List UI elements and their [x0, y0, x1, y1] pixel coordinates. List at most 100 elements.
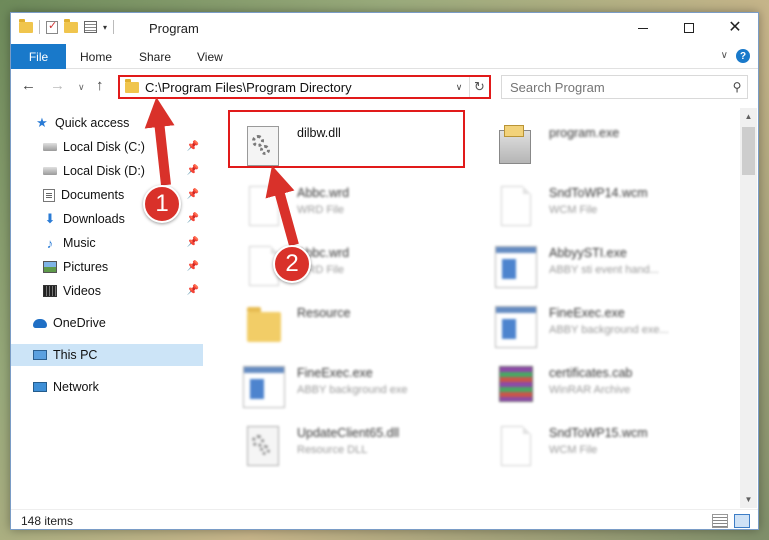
file-type: ABBY background exe... — [549, 324, 669, 336]
file-type: WCM File — [549, 444, 598, 456]
search-input[interactable] — [502, 79, 727, 95]
address-bar[interactable]: C:\Program Files\Program Directory ∨ ↻ — [118, 75, 491, 99]
file-item[interactable]: FineExec.exe ABBY background exe — [221, 358, 461, 414]
sidebar-item-quick-access[interactable]: ★ Quick access — [11, 112, 203, 134]
file-item[interactable]: Abbc.wrd WRD File — [221, 178, 461, 234]
file-item[interactable]: FineExec.exe ABBY background exe... — [473, 298, 713, 354]
file-item[interactable]: Abbc.wrd WRD File — [221, 238, 461, 294]
large-icons-view-icon[interactable] — [734, 514, 750, 528]
maximize-button[interactable] — [666, 13, 712, 43]
chevron-down-icon[interactable]: ▾ — [103, 23, 107, 32]
search-box[interactable]: ⚲ — [501, 75, 748, 99]
item-count: 148 items — [21, 514, 74, 528]
application-icon — [243, 366, 285, 408]
scroll-up-icon[interactable]: ▲ — [740, 108, 757, 125]
refresh-icon[interactable]: ↻ — [469, 77, 489, 97]
sidebar-item-videos[interactable]: Videos 📌 — [11, 280, 203, 302]
file-item[interactable]: program.exe — [473, 118, 713, 174]
step-marker-1: 1 — [143, 185, 181, 223]
star-icon: ★ — [36, 115, 48, 130]
pin-icon[interactable]: 📌 — [187, 285, 199, 296]
minimize-button[interactable] — [620, 13, 666, 43]
file-type: Resource DLL — [297, 444, 368, 456]
sidebar-item-local-disk-d[interactable]: Local Disk (D:) 📌 — [11, 160, 203, 182]
sidebar-item-label: Downloads — [63, 212, 125, 226]
drive-icon — [43, 167, 57, 175]
tab-view[interactable]: View — [197, 50, 223, 64]
tab-share[interactable]: Share — [139, 50, 171, 64]
folder-icon[interactable] — [19, 18, 33, 33]
dll-gear-icon — [247, 426, 279, 466]
download-icon: ⬇ — [44, 211, 56, 226]
title-bar: ▾ Program ✕ — [11, 13, 758, 43]
sidebar-item-network[interactable]: Network — [11, 376, 203, 398]
window-title: Program — [149, 21, 199, 36]
address-path[interactable]: C:\Program Files\Program Directory — [145, 80, 449, 95]
tab-home[interactable]: Home — [80, 50, 112, 64]
navigation-pane: ★ Quick access Local Disk (C:) 📌 Local D… — [11, 108, 203, 508]
recent-locations-chevron-icon[interactable]: ∨ — [78, 82, 85, 93]
file-list: dilbw.dll program.exe Abbc.wrd WRD File … — [211, 108, 740, 508]
file-type: WRD File — [297, 204, 345, 216]
computer-icon — [33, 350, 47, 360]
explorer-window: ▾ Program ✕ File Home Share View ∨ ? ← →… — [10, 12, 759, 530]
folder-icon — [247, 307, 281, 342]
file-item[interactable]: certificates.cab WinRAR Archive — [473, 358, 713, 414]
scroll-down-icon[interactable]: ▼ — [740, 491, 757, 508]
back-arrow-icon[interactable]: ← — [21, 77, 36, 94]
sidebar-item-onedrive[interactable]: OneDrive — [11, 312, 203, 334]
cloud-icon — [33, 318, 47, 328]
expand-ribbon-chevron-icon[interactable]: ∨ — [721, 50, 728, 61]
pin-icon[interactable]: 📌 — [187, 213, 199, 224]
sidebar-item-this-pc[interactable]: This PC — [11, 344, 203, 366]
pin-icon[interactable]: 📌 — [187, 261, 199, 272]
sidebar-item-local-disk-c[interactable]: Local Disk (C:) 📌 — [11, 136, 203, 158]
help-icon[interactable]: ? — [736, 49, 750, 63]
sidebar-item-label: Local Disk (D:) — [63, 164, 145, 178]
tab-file[interactable]: File — [11, 44, 66, 69]
scroll-thumb[interactable] — [742, 127, 755, 175]
file-item[interactable]: Resource — [221, 298, 461, 354]
close-button[interactable]: ✕ — [712, 13, 758, 43]
drive-icon — [43, 143, 57, 151]
sidebar-item-label: Documents — [61, 188, 125, 202]
sidebar-item-music[interactable]: ♪ Music 📌 — [11, 232, 203, 254]
sidebar-item-label: Local Disk (C:) — [63, 140, 145, 154]
up-arrow-icon[interactable]: ↑ — [96, 77, 104, 94]
navigation-bar: ← → ∨ ↑ C:\Program Files\Program Directo… — [11, 72, 758, 102]
details-view-icon[interactable] — [712, 514, 728, 528]
step-marker-2: 2 — [273, 245, 311, 283]
new-folder-icon[interactable] — [64, 18, 78, 33]
file-name: certificates.cab — [549, 366, 633, 380]
file-item[interactable]: SndToWP15.wcm WCM File — [473, 418, 713, 474]
search-icon[interactable]: ⚲ — [727, 80, 747, 94]
sidebar-item-pictures[interactable]: Pictures 📌 — [11, 256, 203, 278]
pin-icon[interactable]: 📌 — [187, 141, 199, 152]
view-properties-icon[interactable] — [84, 21, 97, 33]
sidebar-item-label: This PC — [53, 348, 98, 362]
address-dropdown-chevron-icon[interactable]: ∨ — [449, 82, 469, 93]
file-type: ABBY sti event hand... — [549, 264, 659, 276]
pin-icon[interactable]: 📌 — [187, 237, 199, 248]
pin-icon[interactable]: 📌 — [187, 189, 199, 200]
close-icon: ✕ — [728, 19, 742, 36]
documents-icon — [43, 188, 55, 202]
vertical-scrollbar[interactable]: ▲ ▼ — [740, 108, 757, 508]
application-icon — [495, 306, 537, 348]
file-item[interactable]: UpdateClient65.dll Resource DLL — [221, 418, 461, 474]
sidebar-item-label: OneDrive — [53, 316, 106, 330]
ribbon-tabs: File Home Share View ∨ ? — [11, 44, 758, 69]
file-name: program.exe — [549, 126, 620, 140]
file-item[interactable]: SndToWP14.wcm WCM File — [473, 178, 713, 234]
file-icon — [501, 426, 531, 466]
minimize-icon — [638, 27, 648, 29]
pin-icon[interactable]: 📌 — [187, 165, 199, 176]
file-name: FineExec.exe — [549, 306, 625, 320]
maximize-icon — [684, 23, 694, 33]
forward-arrow-icon[interactable]: → — [50, 77, 65, 94]
file-name: AbbyySTI.exe — [549, 246, 627, 260]
file-highlight-box — [228, 110, 465, 168]
properties-check-icon[interactable] — [46, 19, 58, 34]
music-icon: ♪ — [46, 235, 54, 251]
file-item[interactable]: AbbyySTI.exe ABBY sti event hand... — [473, 238, 713, 294]
